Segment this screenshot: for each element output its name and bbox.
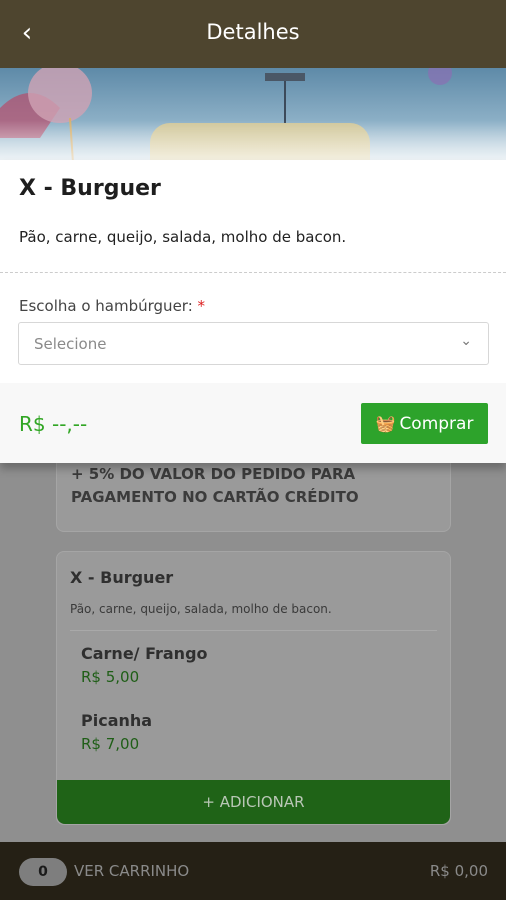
product-card: X - Burguer Pão, carne, queijo, salada, …	[56, 551, 451, 825]
buy-button[interactable]: 🧺 Comprar	[361, 403, 488, 444]
product-name: X - Burguer	[19, 176, 161, 201]
promo-text: + 5% DO VALOR DO PEDIDO PARA PAGAMENTO N…	[71, 465, 359, 506]
cart-bar[interactable]: 0 VER CARRINHO R$ 0,00	[0, 842, 506, 900]
option-name: Picanha	[81, 711, 153, 730]
option-price: R$ 5,00	[81, 668, 140, 686]
select-placeholder: Selecione	[34, 335, 107, 353]
product-card-title: X - Burguer	[70, 568, 174, 587]
required-mark: *	[197, 297, 206, 315]
burger-select[interactable]: Selecione ⌄	[18, 322, 489, 365]
buy-button-label: Comprar	[399, 414, 474, 434]
product-card-desc: Pão, carne, queijo, salada, molho de bac…	[70, 602, 332, 616]
dashed-divider	[0, 272, 506, 273]
cart-total: R$ 0,00	[429, 862, 488, 880]
divider	[70, 630, 437, 631]
chevron-down-icon: ⌄	[460, 333, 472, 349]
option-price: R$ 7,00	[81, 735, 140, 753]
page-title: Detalhes	[206, 20, 300, 44]
product-description: Pão, carne, queijo, salada, molho de bac…	[19, 228, 347, 246]
view-cart-label[interactable]: VER CARRINHO	[74, 862, 189, 880]
add-button[interactable]: + ADICIONAR	[57, 780, 450, 824]
option-name: Carne/ Frango	[81, 644, 208, 663]
choose-label-text: Escolha o hambúrguer:	[19, 297, 193, 315]
cart-count-badge: 0	[19, 858, 67, 886]
basket-icon: 🧺	[375, 414, 396, 433]
top-bar: ‹ Detalhes	[0, 0, 506, 68]
choose-label: Escolha o hambúrguer: *	[19, 297, 205, 315]
product-price: R$ --,--	[19, 412, 88, 436]
